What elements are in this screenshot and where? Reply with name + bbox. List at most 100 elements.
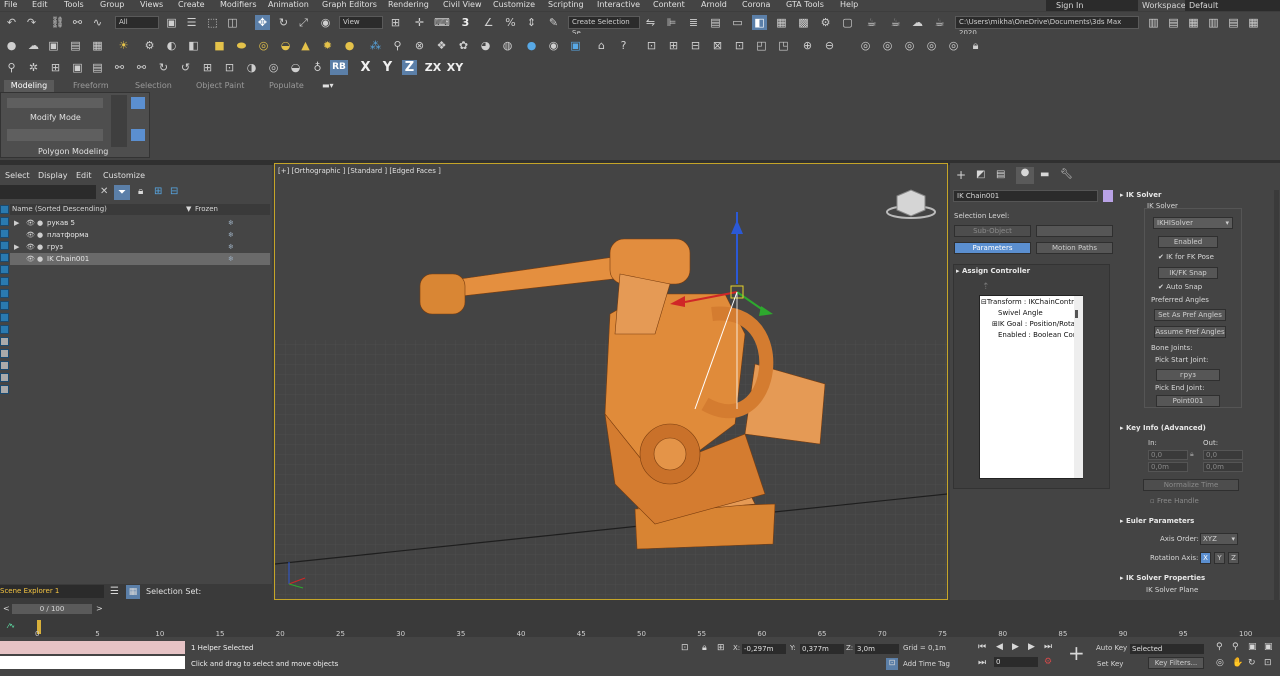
scene-row[interactable]: ▶ 👁︎ ● рукав 5 ❄ <box>10 217 270 229</box>
controller-tree[interactable]: ⊟Transform : IKChainContro Swivel Angle … <box>979 295 1083 479</box>
column-frozen[interactable]: Frozen <box>195 204 218 215</box>
keyboard-shortcut-icon[interactable]: ⌨ <box>434 15 450 30</box>
menu-arnold[interactable]: Arnold <box>701 0 727 10</box>
expand-icon[interactable]: ▶ <box>14 217 19 229</box>
material-editor-icon[interactable]: ▩ <box>796 15 811 30</box>
euler-header[interactable]: ▸ Euler Parameters <box>1120 515 1194 527</box>
space-warp-icon[interactable]: ⊞ <box>48 60 63 75</box>
toggle-layer-explorer-icon[interactable]: ≣ <box>686 15 701 30</box>
current-frame-field[interactable]: 0 <box>994 657 1038 667</box>
menu-scripting[interactable]: Scripting <box>548 0 584 10</box>
subobject-buttons[interactable] <box>7 98 103 108</box>
side-tool-icon[interactable] <box>0 277 9 286</box>
ribbon-options-icon[interactable]: ▬▾ <box>322 80 334 92</box>
project-path-dropdown[interactable]: C:\Users\mikha\OneDrive\Documents\3ds Ma… <box>955 16 1139 37</box>
parameters-button[interactable]: Parameters <box>954 242 1031 254</box>
undo-icon[interactable]: ↶ <box>4 15 19 30</box>
isolate-icon[interactable]: ⊠ <box>710 38 725 53</box>
side-tool-icon[interactable] <box>0 325 9 334</box>
unfreeze-icon[interactable]: ⊖ <box>822 38 837 53</box>
axis-xy-button[interactable]: XY <box>446 60 464 75</box>
viewport-label[interactable]: [+] [Orthographic ] [Standard ] [Edged F… <box>278 167 441 175</box>
viewport-icon[interactable]: ◳ <box>776 38 791 53</box>
spinner-snap-icon[interactable]: ⇕ <box>524 15 539 30</box>
menu-gta-tools[interactable]: GTA Tools <box>786 0 824 10</box>
fence-icon[interactable]: ⊞ <box>666 38 681 53</box>
ik-solver-header[interactable]: ▸ IK Solver <box>1120 189 1161 201</box>
fov-icon[interactable]: ◎ <box>1216 658 1224 668</box>
selection-lock-icon[interactable]: 🔒︎ <box>702 643 707 653</box>
side-tool-icon[interactable] <box>0 241 9 250</box>
redo-icon[interactable]: ↷ <box>24 15 39 30</box>
menu-civil-view[interactable]: Civil View <box>443 0 482 10</box>
viewport-scene[interactable] <box>275 164 947 599</box>
unlink-icon[interactable]: ⚯ <box>70 15 85 30</box>
motion-paths-button[interactable]: Motion Paths <box>1036 242 1113 254</box>
rotate-icon[interactable]: ↻ <box>156 60 171 75</box>
column-name[interactable]: Name (Sorted Descending) <box>12 204 107 215</box>
side-tool-icon[interactable] <box>0 253 9 262</box>
ribbon-tab-object-paint[interactable]: Object Paint <box>196 80 244 92</box>
scene-row[interactable]: 👁︎ ● IK Chain001 ❄ <box>10 253 270 265</box>
time-next-icon[interactable]: > <box>96 604 103 613</box>
add-time-tag-label[interactable]: Add Time Tag <box>903 660 950 668</box>
assign-controller-icon[interactable]: ⇡ <box>982 282 990 292</box>
expand-icon[interactable]: ▶ <box>14 241 19 253</box>
orbit-icon[interactable]: ↺ <box>178 60 193 75</box>
grid-icon[interactable]: ▦ <box>90 38 105 53</box>
side-tool-icon[interactable] <box>0 265 9 274</box>
render-sphere-icon[interactable]: ● <box>524 38 539 53</box>
menu-rendering[interactable]: Rendering <box>388 0 429 10</box>
link-tool-icon[interactable]: ⚯ <box>112 60 127 75</box>
menu-modifiers[interactable]: Modifiers <box>220 0 257 10</box>
tree-item-ik-goal[interactable]: ⊞IK Goal : Position/Rotat <box>992 320 1078 328</box>
display-tab-icon[interactable]: ▬ <box>1040 169 1049 180</box>
menu-content[interactable]: Content <box>653 0 685 10</box>
solver-type-dropdown[interactable]: IKHISolver ▾ <box>1153 217 1233 229</box>
visibility-icon[interactable]: 👁︎ <box>26 241 35 253</box>
render-teapot-icon[interactable]: ☕ <box>888 15 903 30</box>
key-mode-icon[interactable]: ⏭ <box>978 658 986 668</box>
menu-create[interactable]: Create <box>178 0 205 10</box>
key-out-field-2[interactable]: 0,0m <box>1203 462 1243 472</box>
scene-explorer-name-dropdown[interactable]: Scene Explorer 1 <box>0 585 104 598</box>
enabled-button[interactable]: Enabled <box>1158 236 1218 248</box>
proxy-icon[interactable]: ⌂ <box>594 38 609 53</box>
se-menu-customize[interactable]: Customize <box>103 169 145 183</box>
edit-named-selection-icon[interactable]: ✎ <box>546 15 561 30</box>
layer-icon[interactable]: ⊟ <box>170 186 178 197</box>
selection-set-icon[interactable]: ▦ <box>126 585 140 599</box>
percent-snap-icon[interactable]: % <box>503 15 518 30</box>
geosphere-icon[interactable]: ● <box>342 38 357 53</box>
maximize-viewport-icon[interactable]: ⊡ <box>1264 658 1272 668</box>
axis-order-dropdown[interactable]: XYZ ▾ <box>1200 533 1238 545</box>
camera-icon[interactable]: ⚙ <box>142 38 157 53</box>
pivot-center-icon[interactable]: ⊞ <box>388 15 403 30</box>
animation-icon-1[interactable]: ◎ <box>858 38 873 53</box>
isolate-selection-icon[interactable]: ⊡ <box>681 643 689 653</box>
help-icon[interactable]: ? <box>616 38 631 53</box>
gizmo-z-arrow[interactable] <box>731 220 743 234</box>
bone-icon[interactable]: ⚯ <box>134 60 149 75</box>
side-tool-icon[interactable] <box>0 229 9 238</box>
y-coord-field[interactable]: 0,377m <box>800 644 844 654</box>
compound-icon[interactable]: ⊗ <box>412 38 427 53</box>
side-tool-icon[interactable] <box>0 301 9 310</box>
assume-pref-angles-button[interactable]: Assume Pref Angles <box>1154 326 1226 338</box>
viewcube[interactable] <box>886 189 936 219</box>
visibility-icon[interactable]: 👁︎ <box>26 217 35 229</box>
select-rotate-icon[interactable]: ↻ <box>276 15 291 30</box>
axis-z-button[interactable]: Z <box>402 60 417 75</box>
ribbon-tab-modeling[interactable]: Modeling <box>4 80 54 92</box>
column-sort-icon[interactable]: ▼ <box>186 204 191 215</box>
rendered-frame-icon[interactable]: ▢ <box>840 15 855 30</box>
environment-icon[interactable]: ▣ <box>568 38 583 53</box>
select-move-icon[interactable]: ✥ <box>255 15 270 30</box>
workspaces-dropdown[interactable]: Default <box>1185 0 1280 11</box>
tree-item-enabled[interactable]: Enabled : Boolean Con <box>998 331 1077 339</box>
freeze-icon[interactable]: ⊕ <box>800 38 815 53</box>
cloud-icon[interactable]: ☁ <box>26 38 41 53</box>
render-setup-icon[interactable]: ⚙ <box>818 15 833 30</box>
ik-fk-snap-button[interactable]: IK/FK Snap <box>1158 267 1218 279</box>
panel-layout-icon-2[interactable]: ▤ <box>1166 15 1181 30</box>
